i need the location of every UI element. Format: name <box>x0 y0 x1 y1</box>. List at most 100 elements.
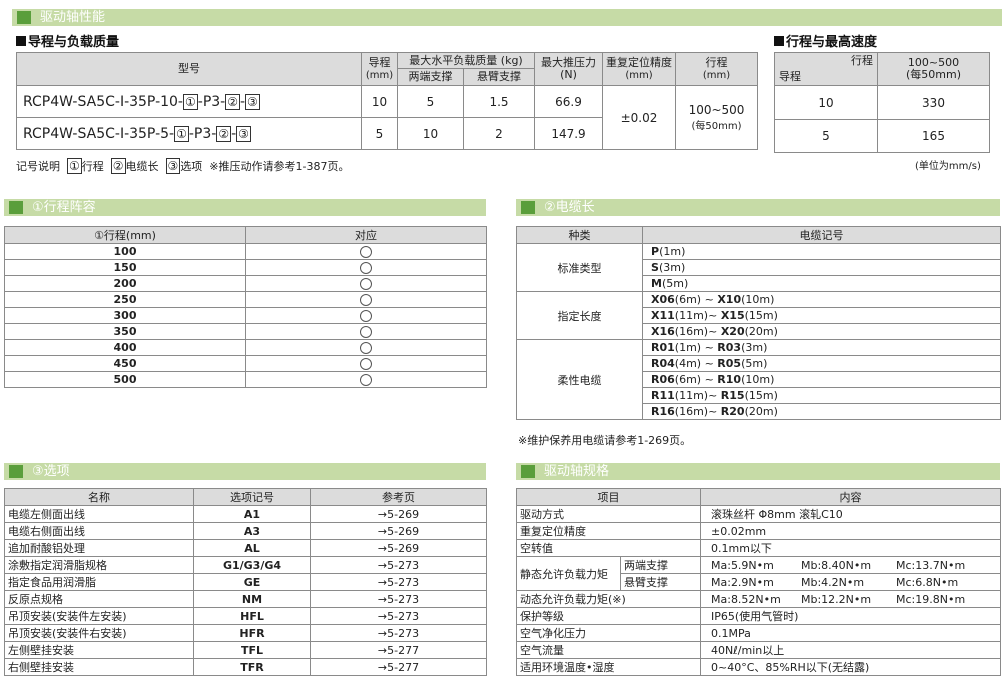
legend-line: 记号说明 ① 行程 ② 电缆长 ③ 选项 ※推压动作请参考1-387页。 <box>16 158 350 174</box>
square-bullet-icon <box>774 36 784 46</box>
table-row: 适用环境温度•湿度 0~40°C、85%RH以下(无结露) <box>516 658 1001 676</box>
cant-cell: 1.5 <box>463 85 535 118</box>
spec-banner: 驱动轴规格 <box>516 463 1000 480</box>
table-row: 150 <box>4 259 487 276</box>
banner-mark <box>521 465 535 478</box>
lead-load-heading: 导程与负载质量 <box>16 31 119 50</box>
stroke-banner: ①行程阵容 <box>4 199 486 216</box>
cable-type-header: 种类 <box>516 226 643 244</box>
col-max-load: 最大水平负载质量 (kg) <box>397 52 535 69</box>
cable-code-header: 电缆记号 <box>642 226 1001 244</box>
cable-note: ※维护保养用电缆请参考1-269页。 <box>518 434 692 447</box>
model-cell: RCP4W-SA5C-I-35P-5- ① -P3- ② - ③ <box>16 117 362 150</box>
table-row: 10 330 <box>774 85 990 120</box>
circle-icon <box>360 358 372 370</box>
cable-banner-text: ②电缆长 <box>544 200 595 215</box>
circle-icon <box>360 262 372 274</box>
col-model: 型号 <box>16 52 362 86</box>
circle-icon <box>360 342 372 354</box>
speed-col-header: 100~500 (每50mm) <box>877 52 990 86</box>
both-cell: 10 <box>397 117 464 150</box>
lead-cell: 5 <box>361 117 398 150</box>
table-row: 350 <box>4 323 487 340</box>
circle-icon <box>360 246 372 258</box>
table-row: 电缆右侧面出线 A3 →5-269 <box>4 522 487 540</box>
table-row: 200 <box>4 275 487 292</box>
cable-banner: ②电缆长 <box>516 199 1000 216</box>
circle-icon <box>360 310 372 322</box>
stroke-cell: 100~500 (每50mm) <box>675 85 758 150</box>
spec-item-header: 项目 <box>516 488 701 506</box>
table-row: 吊顶安装(安装件左安装) HFL →5-273 <box>4 607 487 625</box>
table-row: 500 <box>4 371 487 388</box>
table-row: 驱动方式 滚珠丝杆 Φ8mm 滚轧C10 <box>516 505 1001 523</box>
lead-load-heading-text: 导程与负载质量 <box>28 35 120 50</box>
circle-icon <box>360 278 372 290</box>
speed-lead-cell: 10 <box>774 85 878 120</box>
option-page-header: 参考页 <box>310 488 487 506</box>
stroke-banner-text: ①行程阵容 <box>32 200 96 215</box>
speed-value-cell: 165 <box>877 119 990 153</box>
spec-banner-text: 驱动轴规格 <box>544 464 610 479</box>
page-banner: 驱动轴性能 <box>12 9 1002 26</box>
table-row: 空气净化压力 0.1MPa <box>516 624 1001 642</box>
table-row: 吊顶安装(安装件右安装) HFR →5-273 <box>4 624 487 642</box>
stroke-table: ①行程(mm) 对应 100 150 200 250 300 350 400 45… <box>4 226 487 388</box>
square-bullet-icon <box>16 36 26 46</box>
col-cantilever: 悬臂支撑 <box>463 68 535 86</box>
table-row: 电缆左侧面出线 A1 →5-269 <box>4 505 487 523</box>
model-cell: RCP4W-SA5C-I-35P-10- ① -P3- ② - ③ <box>16 85 362 118</box>
table-row: 重复定位精度 ±0.02mm <box>516 522 1001 540</box>
banner-mark <box>9 201 23 214</box>
table-row: 右侧壁挂安装 TFR →5-277 <box>4 658 487 676</box>
table-row: 450 <box>4 355 487 372</box>
col-lead: 导程 (mm) <box>361 52 398 86</box>
options-banner-text: ③选项 <box>32 464 70 479</box>
table-row: 反原点规格 NM →5-273 <box>4 590 487 608</box>
table-row: 5 165 <box>774 119 990 153</box>
banner-mark <box>17 11 31 24</box>
table-row: 250 <box>4 291 487 308</box>
stroke-col-header: ①行程(mm) <box>4 226 246 244</box>
table-row: 指定长度 X06(6m) ~ X10(10m) <box>516 291 1001 340</box>
col-both-support: 两端支撑 <box>397 68 464 86</box>
table-row: 300 <box>4 307 487 324</box>
option-code-header: 选项记号 <box>193 488 311 506</box>
table-row: 保护等级 IP65(使用气管时) <box>516 607 1001 625</box>
speed-value-cell: 330 <box>877 85 990 120</box>
table-row: 空转值 0.1mm以下 <box>516 539 1001 557</box>
table-row: 柔性电缆 R01(1m) ~ R03(3m) <box>516 339 1001 420</box>
col-stroke: 行程 (mm) <box>675 52 758 86</box>
col-repeat: 重复定位精度 (mm) <box>602 52 676 86</box>
support-col-header: 对应 <box>245 226 487 244</box>
speed-table: 行程 导程 100~500 (每50mm) 10 330 5 165 <box>774 52 990 153</box>
spec-content-header: 内容 <box>700 488 1001 506</box>
page-banner-title: 驱动轴性能 <box>40 10 106 25</box>
col-max-thrust: 最大推压力 (N) <box>534 52 603 86</box>
lead-cell: 10 <box>361 85 398 118</box>
lead-load-table: 型号 导程 (mm) 最大水平负载质量 (kg) 最大推压力 (N) 重复定位精度(… <box>16 52 758 150</box>
table-row: 追加耐酸铝处理 AL →5-269 <box>4 539 487 557</box>
option-name-header: 名称 <box>4 488 194 506</box>
table-row: 动态允许负载力矩(※) Ma:8.52N•m Mb:12.2N•m Mc:19.8N•… <box>516 590 1001 608</box>
options-banner: ③选项 <box>4 463 486 480</box>
both-cell: 5 <box>397 85 464 118</box>
table-row: 100 <box>4 243 487 260</box>
repeat-cell: ±0.02 <box>602 85 676 150</box>
speed-heading: 行程与最高速度 <box>774 31 877 50</box>
speed-corner-cell: 行程 导程 <box>774 52 878 86</box>
banner-mark <box>521 201 535 214</box>
speed-unit: (单位为mm/s) <box>915 161 981 172</box>
thrust-cell: 66.9 <box>534 85 603 118</box>
circle-icon <box>360 326 372 338</box>
thrust-cell: 147.9 <box>534 117 603 150</box>
spec-table: 项目 内容 驱动方式 滚珠丝杆 Φ8mm 滚轧C10 重复定位精度 ±0.02mm 空… <box>516 488 1001 676</box>
table-row: 标准类型 P(1m) <box>516 243 1001 292</box>
cant-cell: 2 <box>463 117 535 150</box>
speed-heading-text: 行程与最高速度 <box>786 35 878 50</box>
cable-table: 种类 电缆记号 标准类型 P(1m) S(3m) M(5m) 指定长度 X06(6m)… <box>516 226 1001 420</box>
table-row: 指定食品用润滑脂 GE →5-273 <box>4 573 487 591</box>
banner-mark <box>9 465 23 478</box>
table-row: 静态允许负载力矩 两端支撑 Ma:5.9N•m Mb:8.40N•m Mc:13.7N•… <box>516 556 1001 591</box>
circle-icon <box>360 294 372 306</box>
